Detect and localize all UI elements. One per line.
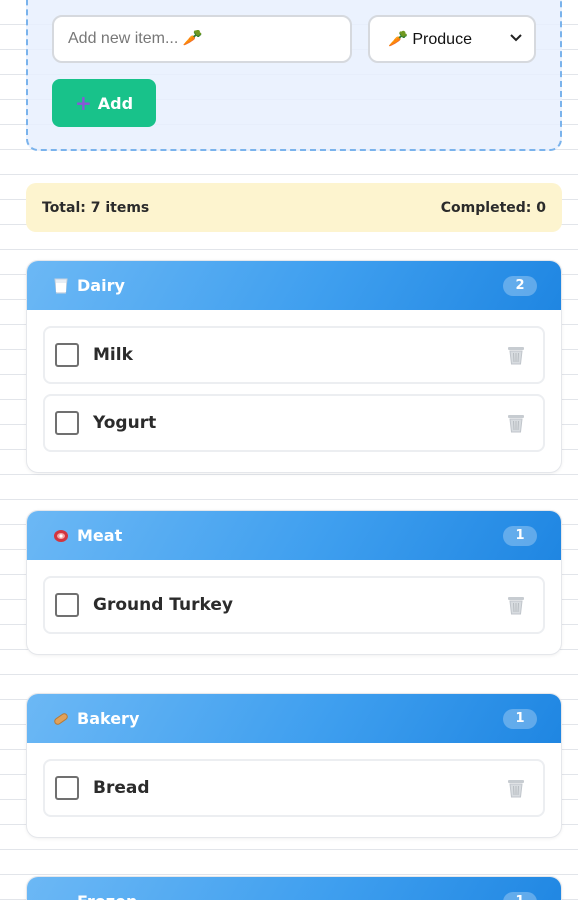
- item-checkbox[interactable]: [55, 776, 79, 800]
- list-item: Milk: [43, 326, 545, 384]
- bread-icon: [53, 711, 69, 727]
- add-item-panel: 🥕 Produce + Add: [26, 0, 562, 151]
- item-checkbox[interactable]: [55, 343, 79, 367]
- category-title: Dairy: [77, 276, 125, 295]
- meat-icon: [53, 528, 69, 544]
- total-items-text: Total: 7 items: [42, 199, 150, 216]
- item-name: Milk: [93, 345, 133, 365]
- category-header: Bakery 1: [27, 694, 561, 743]
- summary-bar: Total: 7 items Completed: 0: [26, 183, 562, 232]
- completed-items-text: Completed: 0: [440, 199, 546, 216]
- trash-icon[interactable]: [505, 412, 527, 434]
- item-checkbox[interactable]: [55, 593, 79, 617]
- new-item-field[interactable]: [52, 15, 352, 63]
- category-header: Meat 1: [27, 511, 561, 560]
- milk-glass-icon: [53, 278, 69, 294]
- category-count-badge: 1: [503, 891, 537, 900]
- category-select[interactable]: 🥕 Produce: [368, 15, 536, 63]
- category-count-badge: 1: [503, 525, 537, 546]
- category-title: Bakery: [77, 709, 140, 728]
- category-title: Meat: [77, 526, 123, 545]
- item-name: Bread: [93, 778, 150, 798]
- category-frozen: Frozen 1: [26, 876, 562, 900]
- chevron-down-icon: [510, 33, 522, 45]
- list-item: Yogurt: [43, 394, 545, 452]
- category-dairy: Dairy 2 Milk Yogurt: [26, 260, 562, 473]
- category-count-badge: 1: [503, 708, 537, 729]
- add-button-label: Add: [97, 93, 134, 113]
- category-select-value: 🥕 Produce: [388, 31, 472, 48]
- category-bakery: Bakery 1 Bread: [26, 693, 562, 838]
- plus-icon: +: [74, 91, 92, 115]
- trash-icon[interactable]: [505, 344, 527, 366]
- ice-icon: [53, 894, 69, 900]
- trash-icon[interactable]: [505, 777, 527, 799]
- add-item-button[interactable]: + Add: [52, 79, 156, 127]
- new-item-input[interactable]: [68, 30, 350, 48]
- category-title: Frozen: [77, 892, 137, 900]
- trash-icon[interactable]: [505, 594, 527, 616]
- item-name: Yogurt: [93, 413, 157, 433]
- list-item: Ground Turkey: [43, 576, 545, 634]
- category-meat: Meat 1 Ground Turkey: [26, 510, 562, 655]
- category-count-badge: 2: [503, 275, 537, 296]
- item-name: Ground Turkey: [93, 595, 233, 615]
- item-checkbox[interactable]: [55, 411, 79, 435]
- category-header: Frozen 1: [27, 877, 561, 900]
- list-item: Bread: [43, 759, 545, 817]
- category-header: Dairy 2: [27, 261, 561, 310]
